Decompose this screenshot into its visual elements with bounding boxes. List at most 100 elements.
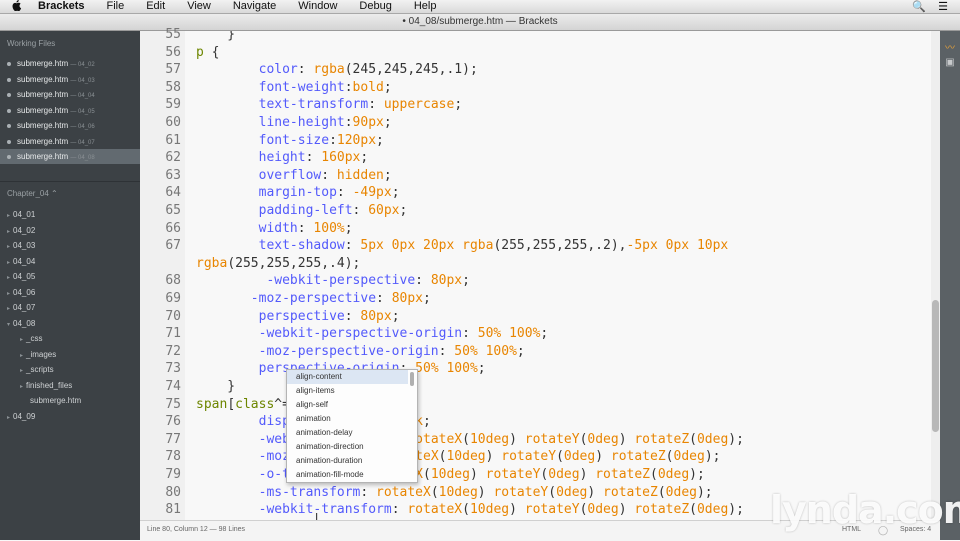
extension-manager-icon[interactable]: ▣ <box>944 57 956 68</box>
code-hint-item[interactable]: animation-fill-mode <box>287 468 408 482</box>
code-token: -moz-perspective <box>250 291 377 306</box>
tree-arrow-icon[interactable]: ▾ <box>7 322 10 328</box>
working-file-item[interactable]: submerge.htm — 04_03 <box>0 72 140 87</box>
file-dot-icon <box>7 93 11 97</box>
code-hint-item[interactable]: align-items <box>287 384 408 398</box>
file-dir: — 04_07 <box>70 139 95 146</box>
code-token: 50% 100% <box>415 361 478 377</box>
notification-list-icon[interactable]: ☰ <box>938 0 948 13</box>
tree-arrow-icon[interactable]: ▸ <box>7 229 10 235</box>
code-hint-list[interactable]: align-content align-items align-self animat… <box>286 369 418 483</box>
code-token: (245,245,245,.1); <box>344 62 478 78</box>
code-hint-item[interactable]: animation <box>287 412 408 426</box>
tree-arrow-icon[interactable]: ▸ <box>20 337 23 343</box>
code-token: perspective <box>258 308 345 324</box>
code-token: rotateY <box>524 502 580 518</box>
code-token: : <box>297 62 314 78</box>
apple-icon[interactable] <box>12 0 26 14</box>
file-dir: — 04_04 <box>70 93 95 99</box>
code-hint-item[interactable]: animation-direction <box>287 440 408 454</box>
code-hint-item[interactable]: align-self <box>287 398 408 412</box>
editor-scrollbar-track[interactable] <box>931 31 940 520</box>
live-preview-icon[interactable]: 〰 <box>944 39 956 54</box>
menu-help[interactable]: Help <box>414 0 437 13</box>
editor-scrollbar-thumb[interactable] <box>932 300 939 432</box>
tree-arrow-icon[interactable]: ▸ <box>7 260 10 266</box>
tree-arrow-icon[interactable]: ▸ <box>20 368 23 374</box>
code-hint-item[interactable]: animation-delay <box>287 426 408 440</box>
tree-item[interactable]: ▸ 04_03 <box>0 238 147 253</box>
code-token: 0deg <box>587 502 619 518</box>
tree-item[interactable]: ▸ 04_07 <box>0 300 147 315</box>
tree-item-label: _scripts <box>26 365 54 374</box>
line-number: 75 <box>165 396 181 412</box>
working-file-item[interactable]: submerge.htm — 04_06 <box>0 118 140 133</box>
tree-item[interactable]: ▸ finished_files <box>0 378 160 393</box>
tree-arrow-icon[interactable]: ▸ <box>20 384 23 390</box>
code-line: rgba(255,255,255,.4); <box>196 256 360 271</box>
tree-item[interactable]: ▸ 04_06 <box>0 285 147 300</box>
working-file-item[interactable]: submerge.htm — 04_07 <box>0 134 140 149</box>
tree-item[interactable]: ▸ 04_04 <box>0 254 147 269</box>
tree-arrow-icon[interactable]: ▸ <box>7 213 10 219</box>
tree-arrow-icon[interactable]: ▸ <box>7 291 10 297</box>
working-file-name: submerge.htm — 04_04 <box>17 87 95 104</box>
menu-window[interactable]: Window <box>298 0 337 13</box>
file-dot-icon <box>7 124 11 128</box>
tree-item-label: 04_09 <box>13 411 36 421</box>
menu-edit[interactable]: Edit <box>146 0 165 13</box>
code-line: -webkit-transform: rotateX(10deg) rotate… <box>196 502 744 517</box>
tree-item[interactable]: ▸ _css <box>0 331 160 346</box>
tree-item[interactable]: ▸ 04_05 <box>0 269 147 284</box>
working-file-item[interactable]: submerge.htm — 04_05 <box>0 103 140 118</box>
working-file-item[interactable]: submerge.htm — 04_08 <box>0 149 147 164</box>
tree-item[interactable]: ▸ 04_09 <box>0 409 147 424</box>
line-number: 63 <box>165 167 181 183</box>
code-line: -ms-transform: rotateX(10deg) rotateY(0d… <box>196 485 713 500</box>
tree-arrow-icon[interactable]: ▸ <box>7 244 10 250</box>
menu-navigate[interactable]: Navigate <box>233 0 276 13</box>
menu-debug[interactable]: Debug <box>359 0 391 13</box>
code-token: p <box>196 44 204 60</box>
code-token: : <box>344 79 353 95</box>
code-hint-item[interactable]: animation-duration <box>287 454 408 468</box>
code-token: ( <box>689 502 697 518</box>
code-line: text-shadow: 5px 0px 20px rgba(255,255,2… <box>196 238 729 253</box>
file-name: submerge.htm <box>17 90 69 99</box>
tree-arrow-icon[interactable]: ▸ <box>7 275 10 281</box>
tree-arrow-icon[interactable]: ▸ <box>7 306 10 312</box>
menu-view[interactable]: View <box>187 0 211 13</box>
tree-arrow-icon[interactable]: ▸ <box>7 415 10 421</box>
code-token: 0deg <box>548 467 580 482</box>
project-dropdown[interactable]: Chapter_04 ⌃ <box>0 189 58 198</box>
line-number: 62 <box>165 150 181 166</box>
code-token: uppercase <box>383 97 455 113</box>
code-token: rgba <box>313 62 345 78</box>
menu-file[interactable]: File <box>106 0 124 13</box>
tree-item[interactable]: ▸ _scripts <box>0 362 160 377</box>
working-file-item[interactable]: submerge.htm — 04_04 <box>0 87 140 102</box>
spotlight-search-icon[interactable]: 🔍 <box>912 0 926 13</box>
tree-item[interactable]: ▸ 04_01 <box>0 207 147 222</box>
tree-item[interactable]: ▾ 04_08 <box>0 316 147 331</box>
code-hint-scrollbar[interactable] <box>410 372 414 386</box>
code-hint-item[interactable]: align-content <box>287 370 408 384</box>
tree-item-label: 04_08 <box>13 318 36 328</box>
tree-item[interactable]: ▸ 04_02 <box>0 223 147 238</box>
code-token: ) <box>509 502 525 518</box>
file-dot-icon <box>7 108 11 113</box>
file-dot-icon <box>7 62 11 66</box>
tree-arrow-icon[interactable]: ▸ <box>20 353 23 359</box>
working-file-item[interactable]: submerge.htm — 04_02 <box>0 56 140 71</box>
menu-app-name[interactable]: Brackets <box>38 0 84 13</box>
code-token: 80px <box>391 291 423 306</box>
code-token: : <box>344 308 361 324</box>
tree-item[interactable]: ▸ _images <box>0 347 160 362</box>
code-token: : <box>368 97 384 113</box>
code-token: -moz-perspective-origin <box>258 343 439 359</box>
